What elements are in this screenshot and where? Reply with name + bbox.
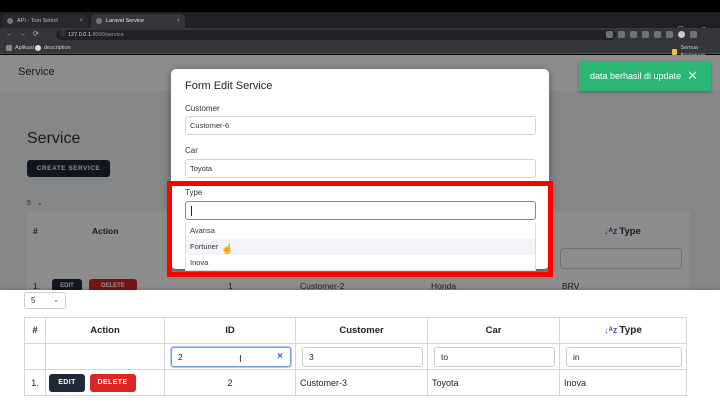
puzzle-icon[interactable] [654, 31, 661, 38]
type-option-fortuner[interactable]: Fortuner [186, 239, 535, 255]
back-icon[interactable]: ← [6, 30, 13, 40]
type-option-inova[interactable]: Inova [186, 255, 535, 271]
filter-cell-type: in [559, 343, 687, 370]
site-info-icon[interactable]: ⓘ [60, 30, 66, 40]
cell-id: 2 [164, 369, 296, 396]
column-header-id[interactable]: ID [164, 317, 296, 344]
customer-label: Customer [185, 104, 220, 113]
tab-close-icon[interactable]: × [176, 18, 180, 24]
tab-close-icon[interactable]: × [79, 18, 83, 24]
page: Service Service CREATE SERVICE 5 ⌄ # Act… [0, 55, 720, 405]
sidepanel-icon[interactable] [666, 31, 673, 38]
menu-icon[interactable] [690, 31, 697, 38]
address-bar: ← → ⟳ ⓘ 127.0.0.1:8000/service [0, 28, 720, 42]
bookmarks-bar: Aplikasi description Semua Bookmark [0, 42, 720, 59]
per-page-select[interactable]: 5 ⌄ [24, 292, 66, 309]
extension-icons [606, 31, 697, 38]
car-field[interactable]: Toyota [185, 159, 536, 178]
url-field[interactable]: ⓘ 127.0.0.1:8000/service [56, 30, 616, 40]
cell-customer: Customer-3 [295, 369, 428, 396]
column-header-customer[interactable]: Customer [295, 317, 428, 344]
hand-cursor-icon: ☝ [221, 244, 234, 255]
success-toast: data berhasil di update ✕ [579, 61, 711, 91]
browser-tab-laravel-service[interactable]: Laravel Service × [91, 14, 185, 28]
service-table: # Action ID Customer Car ↓ᴬz Type 2 I × 3 [24, 317, 687, 396]
github-icon [35, 45, 41, 51]
bookmark-description[interactable]: description [35, 44, 71, 52]
type-filter-input[interactable]: in [566, 346, 682, 367]
id-filter-input[interactable]: 2 I × [171, 346, 291, 367]
car-filter-input[interactable]: to [434, 346, 555, 367]
url-host: 127.0.0.1 [68, 32, 91, 38]
customer-filter-input[interactable]: 3 [302, 346, 423, 367]
column-header-car[interactable]: Car [427, 317, 560, 344]
column-header-type[interactable]: ↓ᴬz Type [559, 317, 687, 344]
bookmark-star-icon[interactable] [630, 31, 637, 38]
tab-label: API - Tom Select [17, 18, 58, 24]
apps-grid-icon [6, 45, 12, 51]
clear-icon[interactable]: × [277, 348, 283, 366]
filter-cell-empty [24, 343, 46, 370]
translate-icon[interactable] [606, 31, 613, 38]
tab-label: Laravel Service [106, 18, 144, 24]
type-search-input[interactable] [185, 201, 536, 220]
text-cursor-icon: I [239, 353, 242, 365]
profile-icon[interactable] [678, 31, 685, 38]
toast-message: data berhasil di update [590, 71, 682, 81]
type-option-avansa[interactable]: Avansa [186, 223, 535, 239]
service-table-zoomed: 5 ⌄ # Action ID Customer Car ↓ᴬz Type 2 I [0, 290, 720, 405]
table-row: 1. EDIT DELETE 2 Customer-3 Toyota Inova [24, 369, 687, 396]
sort-icon: ↓ᴬz [604, 325, 618, 335]
car-label: Car [185, 146, 198, 155]
toast-close-icon[interactable]: ✕ [687, 61, 698, 91]
share-icon[interactable] [618, 31, 625, 38]
filter-cell-id: 2 I × [164, 343, 296, 370]
reload-icon[interactable]: ⟳ [33, 30, 39, 40]
forward-icon[interactable]: → [19, 30, 26, 40]
filter-cell-empty [45, 343, 165, 370]
chevron-down-icon: ⌄ [53, 297, 59, 304]
action-cell: EDIT DELETE [45, 369, 165, 396]
row-number: 1. [24, 369, 46, 396]
tab-favicon-icon [7, 18, 13, 24]
filter-cell-customer: 3 [295, 343, 428, 370]
cell-type: Inova [559, 369, 687, 396]
filter-cell-car: to [427, 343, 560, 370]
customer-field[interactable]: Customer-6 [185, 116, 536, 135]
delete-button[interactable]: DELETE [89, 373, 136, 392]
type-dropdown: Avansa Fortuner Inova [185, 223, 536, 271]
browser-tab-bar: API - Tom Select × Laravel Service × + –… [0, 12, 720, 36]
url-path: :8000/service [90, 32, 124, 38]
column-header-no: # [24, 317, 46, 344]
modal-title: Form Edit Service [185, 80, 273, 92]
browser-tab-tom-select[interactable]: API - Tom Select × [2, 14, 88, 28]
column-header-action: Action [45, 317, 165, 344]
bookmark-apps[interactable]: Aplikasi [6, 44, 34, 52]
extension-icon[interactable] [642, 31, 649, 38]
tab-favicon-icon [96, 18, 102, 24]
edit-service-modal: Form Edit Service Customer Customer-6 Ca… [171, 69, 549, 271]
text-caret [191, 206, 192, 216]
type-label: Type [185, 188, 203, 197]
cell-car: Toyota [427, 369, 560, 396]
edit-button[interactable]: EDIT [49, 373, 85, 392]
